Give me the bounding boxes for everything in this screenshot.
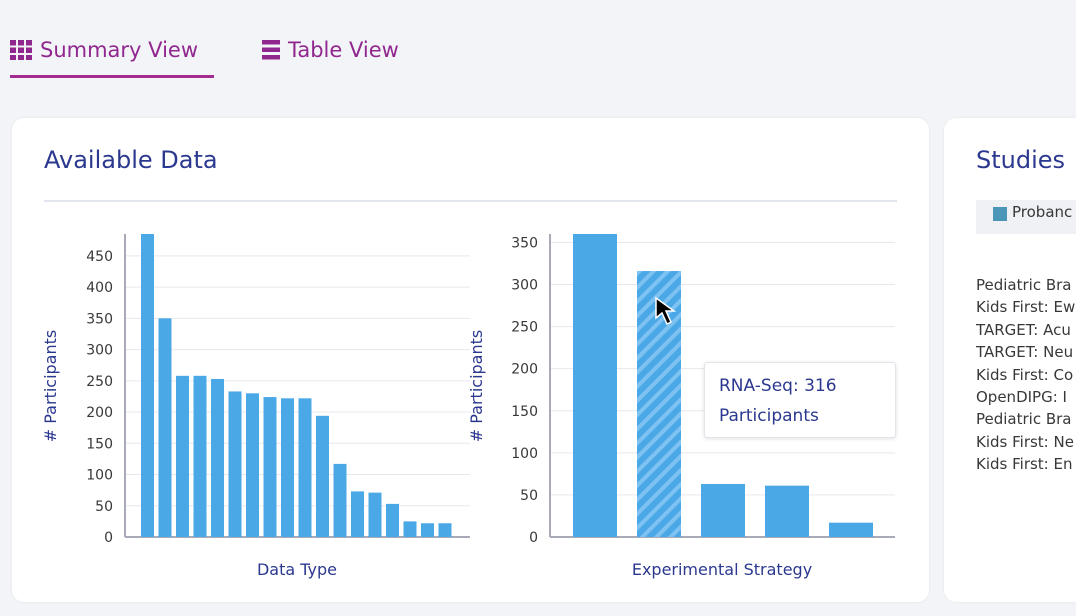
chart-bar[interactable] — [438, 523, 452, 537]
y-tick-label: 100 — [86, 468, 113, 484]
bar-tooltip: RNA-Seq: 316 Participants — [704, 362, 896, 438]
x-axis-title: Experimental Strategy — [632, 560, 812, 579]
chart-bar[interactable] — [176, 375, 189, 537]
grid-icon — [10, 40, 32, 60]
card-title: Studies — [976, 146, 1066, 174]
tooltip-line-2: Participants — [719, 406, 819, 426]
study-item[interactable]: TARGET: Neu — [976, 341, 1073, 363]
tab-table-view[interactable]: Table View — [262, 32, 422, 78]
study-item[interactable]: TARGET: Acu — [976, 319, 1071, 341]
chart-bar[interactable] — [351, 491, 364, 537]
study-item[interactable]: Kids First: Ew — [976, 296, 1075, 318]
legend-swatch — [993, 207, 1007, 221]
y-axis-title: # Participants — [467, 330, 486, 442]
y-tick-label: 450 — [86, 249, 113, 265]
chart-bar[interactable] — [701, 483, 745, 537]
study-item[interactable]: Pediatric Bra — [976, 408, 1072, 430]
studies-card: Studies Probanc Pediatric Bra Kids First:… — [944, 118, 1076, 602]
y-tick-label: 100 — [511, 446, 538, 462]
chart-bar[interactable] — [228, 391, 242, 537]
y-tick-label: 200 — [86, 405, 113, 421]
chart-bar[interactable] — [263, 397, 277, 537]
y-tick-label: 300 — [86, 343, 113, 359]
chart-bar[interactable] — [316, 415, 329, 537]
chart-bar[interactable] — [298, 398, 312, 537]
y-tick-label: 350 — [86, 311, 113, 327]
chart-bar[interactable] — [211, 378, 224, 537]
chart-bar[interactable] — [765, 485, 809, 537]
y-tick-label: 0 — [529, 530, 538, 546]
x-axis-title: Data Type — [257, 560, 337, 579]
chart-bar[interactable] — [829, 522, 873, 537]
chart-bar[interactable] — [193, 375, 207, 537]
cursor-arrow-icon — [655, 296, 677, 326]
legend-label: Probanc — [1012, 203, 1073, 221]
y-tick-label: 150 — [511, 404, 538, 420]
y-axis-title: # Participants — [41, 330, 60, 442]
chart-bar[interactable] — [573, 234, 617, 537]
chart-bar[interactable] — [333, 463, 347, 537]
tab-summary-view[interactable]: Summary View — [10, 32, 214, 78]
study-item[interactable]: Kids First: En — [976, 453, 1072, 475]
y-tick-label: 350 — [511, 235, 538, 251]
chart-bar[interactable] — [403, 521, 417, 537]
chart-bar[interactable] — [281, 398, 294, 537]
y-tick-label: 50 — [520, 488, 538, 504]
chart-bar[interactable] — [421, 523, 434, 537]
chart-bar[interactable] — [368, 492, 382, 537]
study-item[interactable]: Kids First: Co — [976, 364, 1073, 386]
chart-bar[interactable] — [158, 318, 172, 537]
list-icon — [262, 40, 280, 60]
y-tick-label: 0 — [104, 530, 113, 546]
y-tick-label: 400 — [86, 280, 113, 296]
study-item[interactable]: OpenDIPG: I — [976, 386, 1067, 408]
tooltip-line-1: RNA-Seq: 316 — [719, 376, 837, 396]
available-data-card: Available Data 0 50 100 150 200 250 300 350 400 4… — [12, 118, 929, 602]
tab-label: Summary View — [40, 38, 198, 62]
chart-bar[interactable] — [141, 234, 154, 537]
tab-label: Table View — [288, 38, 399, 62]
study-item[interactable]: Kids First: Ne — [976, 431, 1074, 453]
y-tick-label: 150 — [86, 436, 113, 452]
y-tick-label: 50 — [95, 499, 113, 515]
chart-bar[interactable] — [246, 393, 259, 537]
study-item[interactable]: Pediatric Bra — [976, 274, 1072, 296]
y-tick-label: 300 — [511, 278, 538, 294]
y-tick-label: 250 — [511, 320, 538, 336]
y-tick-label: 200 — [511, 362, 538, 378]
y-tick-label: 250 — [86, 374, 113, 390]
chart-bar[interactable] — [386, 503, 399, 537]
charts-area: 0 50 100 150 200 250 300 350 400 450 Data Type # Pa… — [41, 234, 895, 579]
studies-legend: Probanc — [976, 200, 1076, 234]
